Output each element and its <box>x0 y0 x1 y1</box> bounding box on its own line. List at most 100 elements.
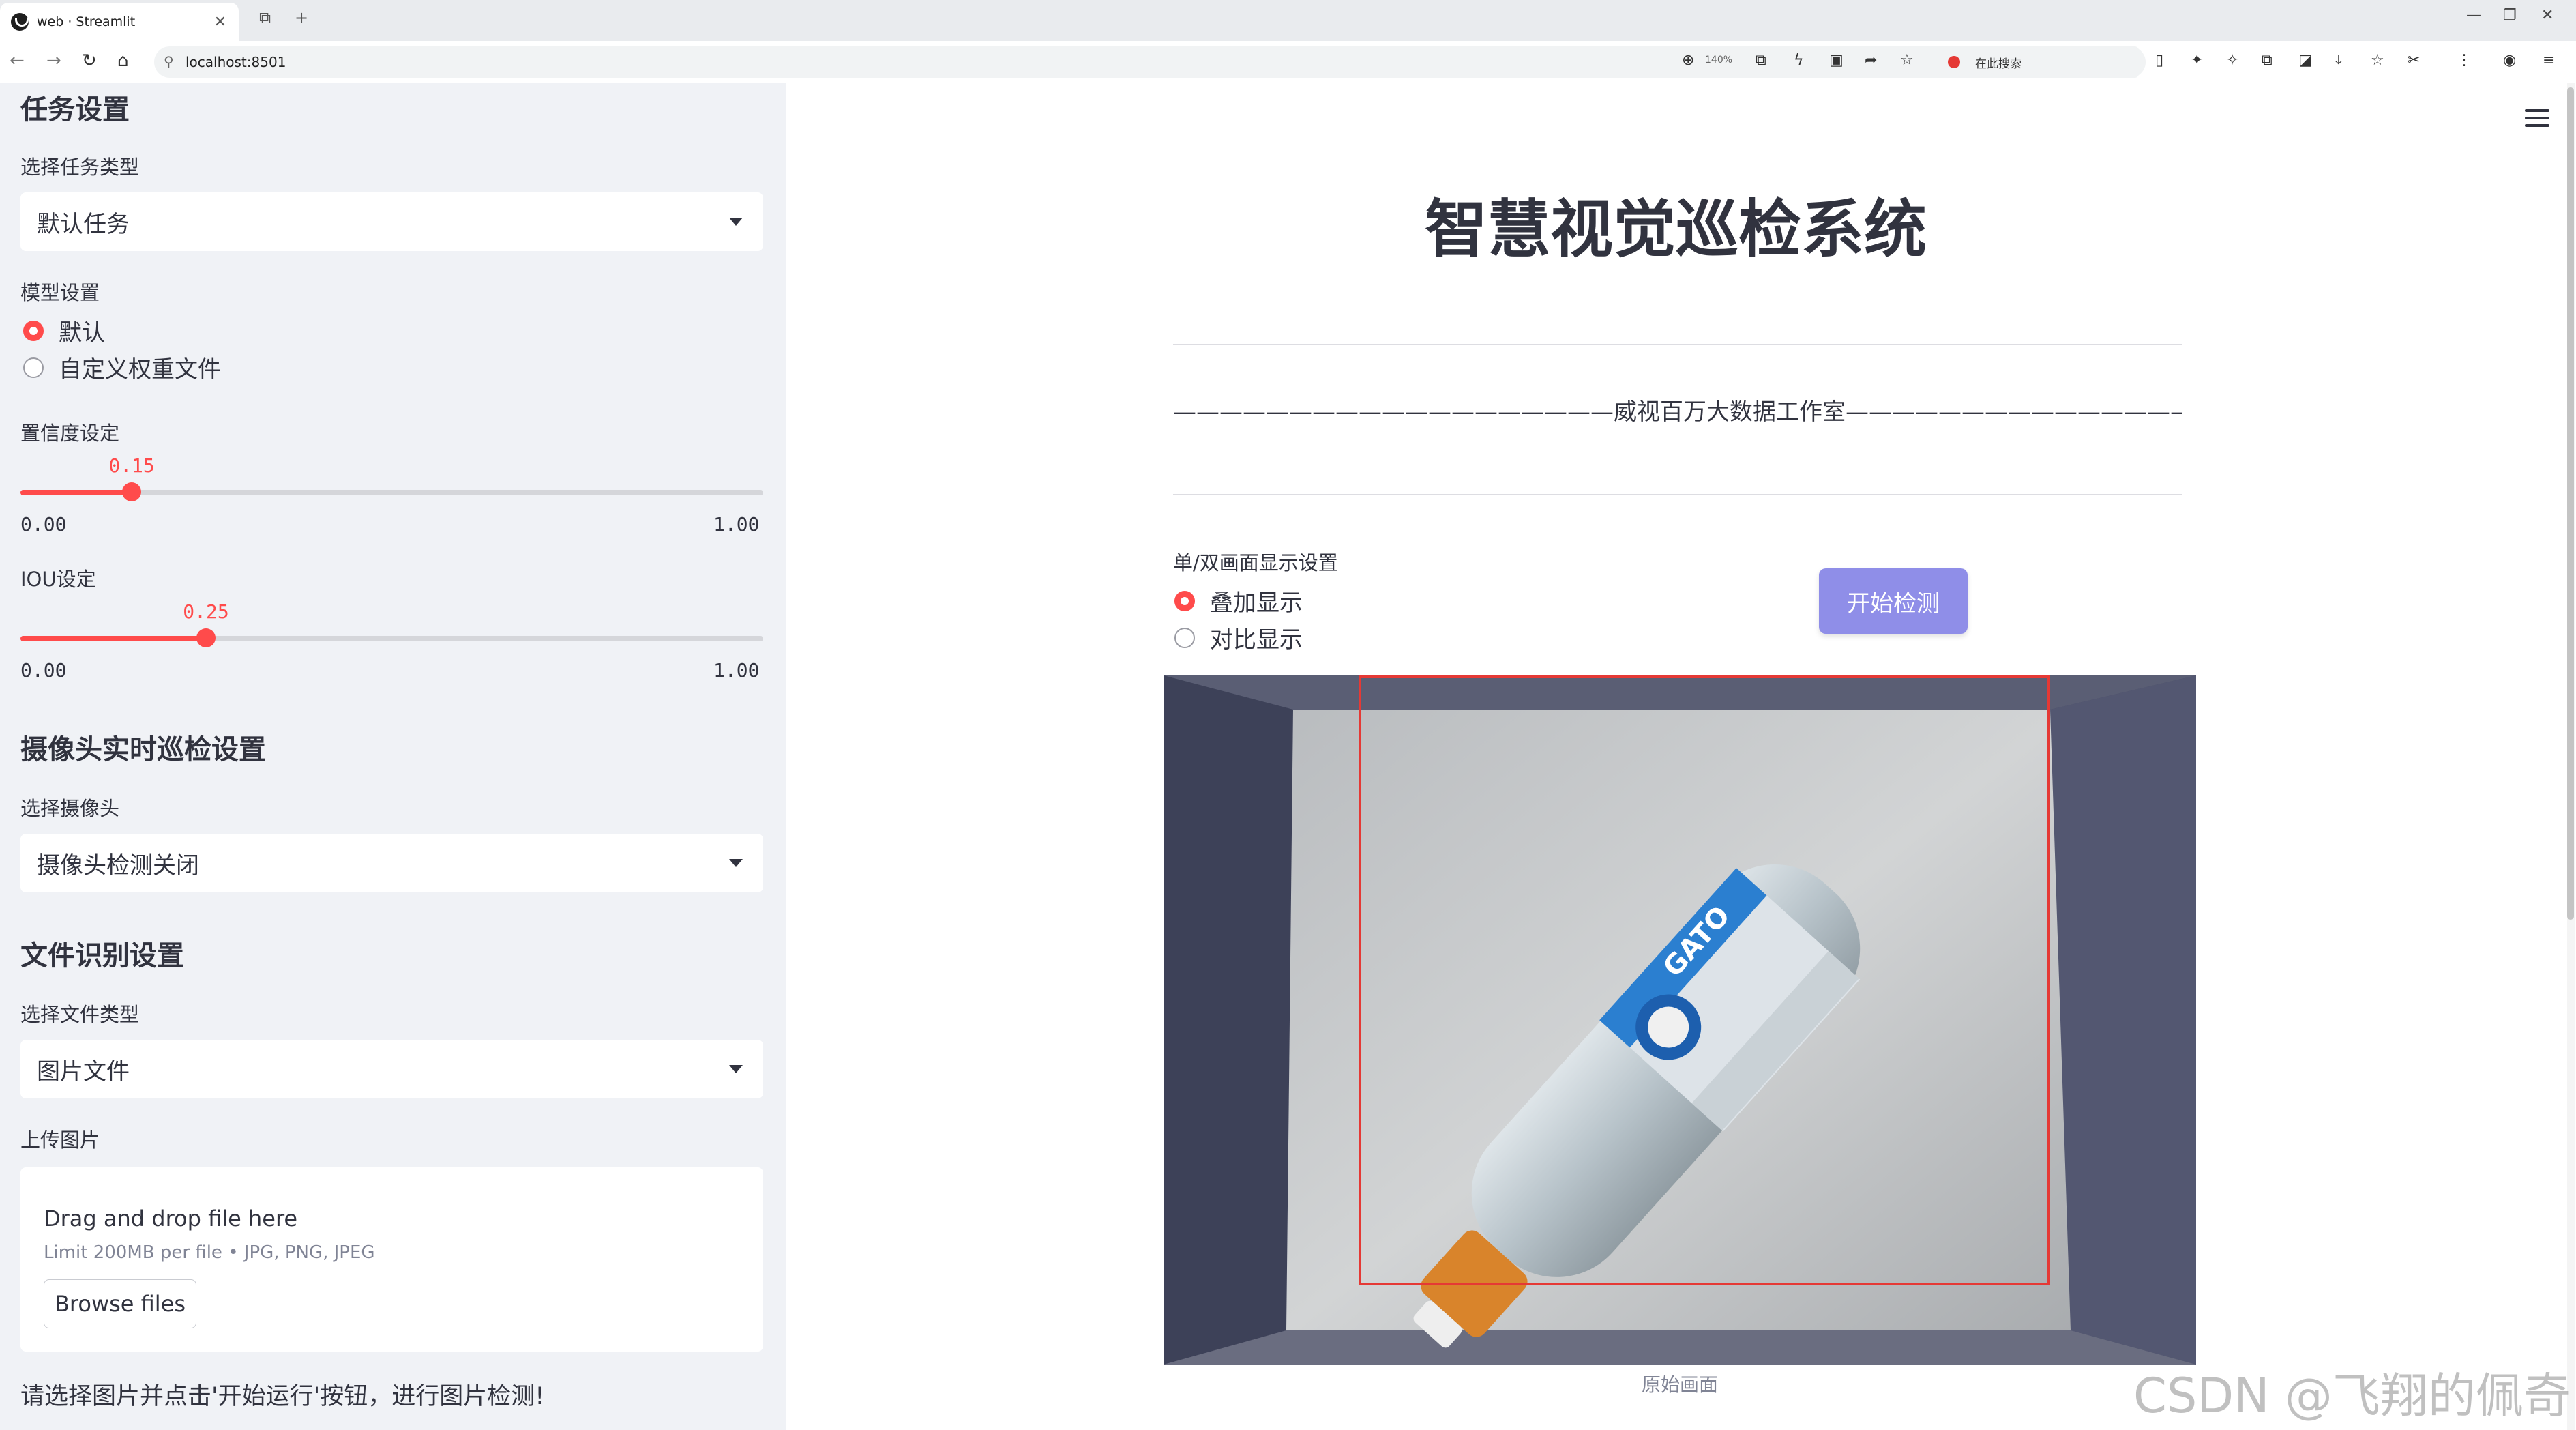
chevron-down-icon <box>729 1065 743 1073</box>
screenshot-icon[interactable]: ▣ <box>1829 52 1844 69</box>
upload-label: 上传图片 <box>20 1128 100 1152</box>
hamburger-menu-icon[interactable] <box>2525 109 2549 127</box>
cut-icon[interactable]: ✂ <box>2408 52 2420 69</box>
browser-toolbar: ← → ↻ ⌂ ⚲ localhost:8501 ⊕ 140% ⧉ ϟ ▣ ➦ … <box>0 41 2576 83</box>
camera-select[interactable]: 摄像头检测关闭 <box>20 834 763 892</box>
display-radio-compare[interactable]: 对比显示 <box>1174 621 1303 654</box>
favorites-icon[interactable]: ☆ <box>2371 52 2384 69</box>
search-box[interactable]: 在此搜索 <box>1941 46 2139 78</box>
file-settings-header: 文件识别设置 <box>20 940 184 972</box>
scrollbar[interactable] <box>2567 83 2575 1430</box>
divider-top <box>1173 344 2182 345</box>
extension3-icon[interactable]: ⧉ <box>2262 52 2272 69</box>
menu-icon[interactable]: ≡ <box>2543 52 2555 69</box>
csdn-watermark: CSDN @飞翔的佩奇 <box>2133 1368 2571 1424</box>
forward-icon[interactable]: → <box>46 50 61 71</box>
model-radio-custom[interactable]: 自定义权重文件 <box>23 351 221 384</box>
confidence-min: 0.00 <box>20 513 67 536</box>
model-settings-label: 模型设置 <box>20 281 100 304</box>
camera-label: 选择摄像头 <box>20 797 120 820</box>
site-info-icon[interactable]: ⚲ <box>164 53 174 70</box>
confidence-slider[interactable] <box>20 482 763 501</box>
share-icon[interactable]: ➦ <box>1865 52 1877 69</box>
tab-close-icon[interactable]: ✕ <box>214 14 226 31</box>
image-caption: 原始画面 <box>1641 1373 1718 1396</box>
radio-checked-icon[interactable] <box>23 320 44 341</box>
camera-value: 摄像头检测关闭 <box>37 851 199 879</box>
back-icon[interactable]: ← <box>10 50 25 71</box>
radio-checked-icon[interactable] <box>1174 590 1195 611</box>
iou-slider-thumb[interactable] <box>196 628 216 647</box>
extension2-icon[interactable]: ✧ <box>2226 52 2238 69</box>
chevron-down-icon <box>729 859 743 867</box>
reader-icon[interactable]: ▯ <box>2155 52 2163 69</box>
file-type-value: 图片文件 <box>37 1057 130 1085</box>
more-vertical-icon[interactable]: ⋮ <box>2457 52 2472 69</box>
bookmark-star-icon[interactable]: ☆ <box>1900 52 1914 69</box>
search-engine-icon <box>1948 56 1960 68</box>
task-type-label: 选择任务类型 <box>20 156 140 179</box>
extension-icon[interactable]: ✦ <box>2191 52 2203 69</box>
file-type-select[interactable]: 图片文件 <box>20 1040 763 1098</box>
start-detection-button[interactable]: 开始检测 <box>1819 568 1968 634</box>
iou-slider[interactable] <box>20 628 763 647</box>
dropzone-title: Drag and drop file here <box>44 1206 298 1231</box>
task-type-select[interactable]: 默认任务 <box>20 192 763 251</box>
confidence-value: 0.15 <box>108 454 155 477</box>
window-close-icon[interactable]: ✕ <box>2541 7 2553 24</box>
new-tab-icon[interactable]: + <box>295 8 308 27</box>
extension4-icon[interactable]: ◪ <box>2298 52 2313 69</box>
confidence-max: 1.00 <box>713 513 760 536</box>
page-title: 智慧视觉巡检系统 <box>1424 193 1927 266</box>
streamlit-favicon-icon <box>11 13 29 31</box>
file-dropzone[interactable]: Drag and drop file here Limit 200MB per … <box>20 1167 763 1352</box>
radio-unchecked-icon[interactable] <box>1174 627 1195 648</box>
radio-unchecked-icon[interactable] <box>23 357 44 378</box>
confidence-label: 置信度设定 <box>20 422 120 445</box>
iou-max: 1.00 <box>713 659 760 682</box>
download-icon[interactable]: ⤓ <box>2335 52 2342 69</box>
model-option-label: 默认 <box>59 319 105 347</box>
chevron-down-icon <box>729 218 743 226</box>
confidence-slider-thumb[interactable] <box>122 482 142 501</box>
camera-settings-header: 摄像头实时巡检设置 <box>20 734 266 765</box>
tab-title: web · Streamlit <box>37 14 136 29</box>
search-placeholder: 在此搜索 <box>1975 57 2022 71</box>
divider-bottom <box>1173 494 2182 495</box>
iou-label: IOU设定 <box>20 568 96 591</box>
zoom-icon[interactable]: ⊕ <box>1682 52 1694 69</box>
restore-icon[interactable]: ❐ <box>2503 7 2517 24</box>
address-field[interactable]: ⚲ localhost:8501 <box>154 46 2146 78</box>
browse-files-button[interactable]: Browse files <box>44 1279 196 1328</box>
detection-image: GATO <box>1164 675 2196 1365</box>
tab-groups-icon[interactable]: ⧉ <box>259 8 271 27</box>
dropzone-limit: Limit 200MB per file • JPG, PNG, JPEG <box>44 1242 375 1263</box>
profile-avatar-icon[interactable]: ◉ <box>2503 52 2516 69</box>
display-radio-overlay[interactable]: 叠加显示 <box>1174 584 1303 617</box>
iou-value: 0.25 <box>183 600 229 623</box>
task-type-value: 默认任务 <box>37 210 130 238</box>
browser-tab[interactable]: web · Streamlit ✕ <box>0 3 239 41</box>
studio-banner: ———————————————————威视百万大数据工作室———————————… <box>1173 398 2182 426</box>
translate-icon[interactable]: ⧉ <box>1756 52 1766 69</box>
display-option-label: 叠加显示 <box>1210 589 1303 617</box>
iou-slider-fill <box>20 636 207 641</box>
model-radio-default[interactable]: 默认 <box>23 314 105 347</box>
display-option-label: 对比显示 <box>1210 626 1303 654</box>
zoom-level: 140% <box>1705 55 1733 65</box>
instruction-text: 请选择图片并点击'开始运行'按钮，进行图片检测! <box>20 1383 545 1410</box>
confidence-slider-fill <box>20 490 132 495</box>
browser-tab-bar: web · Streamlit ✕ ⧉ + — ❐ ✕ <box>0 0 2576 41</box>
main-content: 智慧视觉巡检系统 ———————————————————威视百万大数据工作室——… <box>786 83 2576 1430</box>
minimize-icon[interactable]: — <box>2466 7 2481 24</box>
lightning-icon[interactable]: ϟ <box>1794 52 1804 69</box>
reload-icon[interactable]: ↻ <box>82 50 97 71</box>
file-type-label: 选择文件类型 <box>20 1003 140 1026</box>
url-text: localhost:8501 <box>186 54 286 70</box>
task-settings-header: 任务设置 <box>20 94 130 126</box>
iou-min: 0.00 <box>20 659 67 682</box>
display-mode-label: 单/双画面显示设置 <box>1173 551 1338 574</box>
home-icon[interactable]: ⌂ <box>117 50 129 71</box>
scrollbar-thumb[interactable] <box>2567 87 2574 920</box>
model-option-label: 自定义权重文件 <box>59 356 221 383</box>
